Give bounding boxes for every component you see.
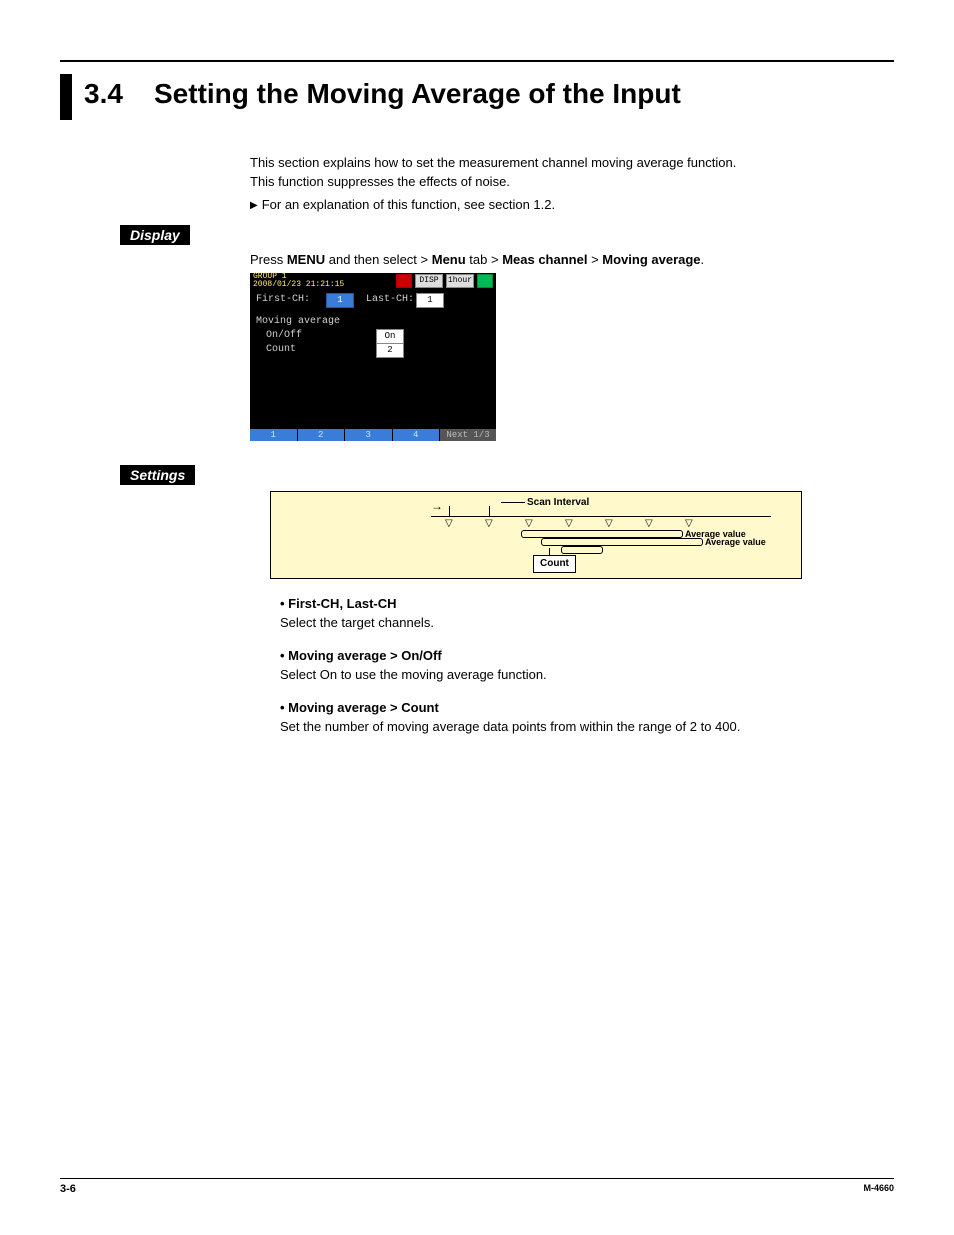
nav-menu: MENU <box>287 252 325 267</box>
diagram-tick <box>489 506 490 516</box>
alert-icon <box>396 274 412 288</box>
display-heading-row: Display <box>60 225 894 245</box>
bullet-title: Moving average > On/Off <box>280 647 894 666</box>
triangle-down-icon: ▽ <box>445 517 453 532</box>
arrow-right-icon: → <box>431 498 443 515</box>
nav-path: Press MENU and then select > Menu tab > … <box>250 251 894 270</box>
count-row: Count 2 <box>256 343 490 357</box>
nav-mid2: tab > <box>466 252 503 267</box>
device-statusbar: GROUP 1 2008/01/23 21:21:15 DISP 1hour <box>250 273 496 289</box>
display-body: Press MENU and then select > Menu tab > … <box>250 251 894 442</box>
page-footer: 3-6 M-4660 <box>60 1178 894 1195</box>
intro-crossref: For an explanation of this function, see… <box>250 196 894 215</box>
settings-heading: Settings <box>120 465 195 485</box>
top-rule <box>60 60 894 62</box>
onoff-value[interactable]: On <box>376 329 404 344</box>
device-body: First-CH: 1 Last-CH: 1 Moving average On… <box>250 289 496 429</box>
page: 3.4 Setting the Moving Average of the In… <box>0 0 954 1235</box>
bullet-moving-avg-count: Moving average > Count Set the number of… <box>280 699 894 737</box>
avg-window-2 <box>541 538 703 546</box>
count-label: Count <box>266 343 376 358</box>
settings-heading-row: Settings <box>60 465 894 485</box>
bullet-desc: Select the target channels. <box>280 614 894 633</box>
nav-tab2: Meas channel <box>502 252 587 267</box>
avg-window-3 <box>561 546 603 554</box>
nav-tab1: Menu <box>432 252 466 267</box>
scan-interval-diagram: → Scan Interval ▽ ▽ ▽ ▽ ▽ ▽ ▽ Average va… <box>270 491 802 579</box>
last-ch-value[interactable]: 1 <box>416 293 444 308</box>
bullet-first-last-ch: First-CH, Last-CH Select the target chan… <box>280 595 894 633</box>
device-tab-4[interactable]: 4 <box>393 429 441 441</box>
span-badge: 1hour <box>446 274 474 288</box>
avg-window-1 <box>521 530 683 538</box>
nav-tab3: Moving average <box>602 252 700 267</box>
first-ch-value[interactable]: 1 <box>326 293 354 308</box>
settings-body: → Scan Interval ▽ ▽ ▽ ▽ ▽ ▽ ▽ Average va… <box>270 491 894 736</box>
device-screenshot: GROUP 1 2008/01/23 21:21:15 DISP 1hour F… <box>250 273 496 441</box>
first-ch-label: First-CH: <box>256 293 326 308</box>
bullet-title: Moving average > Count <box>280 699 894 718</box>
diagram-tick <box>449 506 450 516</box>
bullet-moving-avg-onoff: Moving average > On/Off Select On to use… <box>280 647 894 685</box>
nav-mid3: > <box>587 252 602 267</box>
bullet-desc: Set the number of moving average data po… <box>280 718 894 737</box>
device-next[interactable]: Next 1/3 <box>440 429 496 441</box>
display-heading: Display <box>120 225 190 245</box>
bullet-desc: Select On to use the moving average func… <box>280 666 894 685</box>
page-number: 3-6 <box>60 1183 76 1195</box>
nav-prefix: Press <box>250 252 287 267</box>
nav-suffix: . <box>701 252 705 267</box>
count-value[interactable]: 2 <box>376 343 404 358</box>
device-tabbar: 1 2 3 4 Next 1/3 <box>250 429 496 441</box>
triangle-down-icon: ▽ <box>485 517 493 532</box>
count-label-box: Count <box>533 555 576 574</box>
diagram-axis <box>431 516 771 517</box>
bullet-title: First-CH, Last-CH <box>280 595 894 614</box>
section-number: 3.4 <box>84 74 154 110</box>
device-tab-2[interactable]: 2 <box>298 429 346 441</box>
avg-label-2: Average value <box>705 536 766 549</box>
onoff-row: On/Off On <box>256 329 490 343</box>
device-tab-3[interactable]: 3 <box>345 429 393 441</box>
intro-line-2: This function suppresses the effects of … <box>250 173 894 192</box>
section-title: Setting the Moving Average of the Input <box>154 74 681 110</box>
section-marker-bar <box>60 74 72 120</box>
disp-badge: DISP <box>415 274 443 288</box>
device-group-label: GROUP 1 2008/01/23 21:21:15 <box>253 273 344 289</box>
settings-bullets: First-CH, Last-CH Select the target chan… <box>270 595 894 736</box>
onoff-label: On/Off <box>266 329 376 344</box>
first-ch-row: First-CH: 1 Last-CH: 1 <box>256 293 490 307</box>
title-row: 3.4 Setting the Moving Average of the In… <box>60 74 894 120</box>
nav-mid1: and then select > <box>325 252 432 267</box>
moving-average-title: Moving average <box>256 315 490 329</box>
device-tab-1[interactable]: 1 <box>250 429 298 441</box>
scan-interval-label: Scan Interval <box>501 496 589 511</box>
intro-block: This section explains how to set the mea… <box>250 154 894 215</box>
last-ch-label: Last-CH: <box>366 293 416 308</box>
doc-id: M-4660 <box>863 1183 894 1195</box>
intro-line-1: This section explains how to set the mea… <box>250 154 894 173</box>
status-icon <box>477 274 493 288</box>
